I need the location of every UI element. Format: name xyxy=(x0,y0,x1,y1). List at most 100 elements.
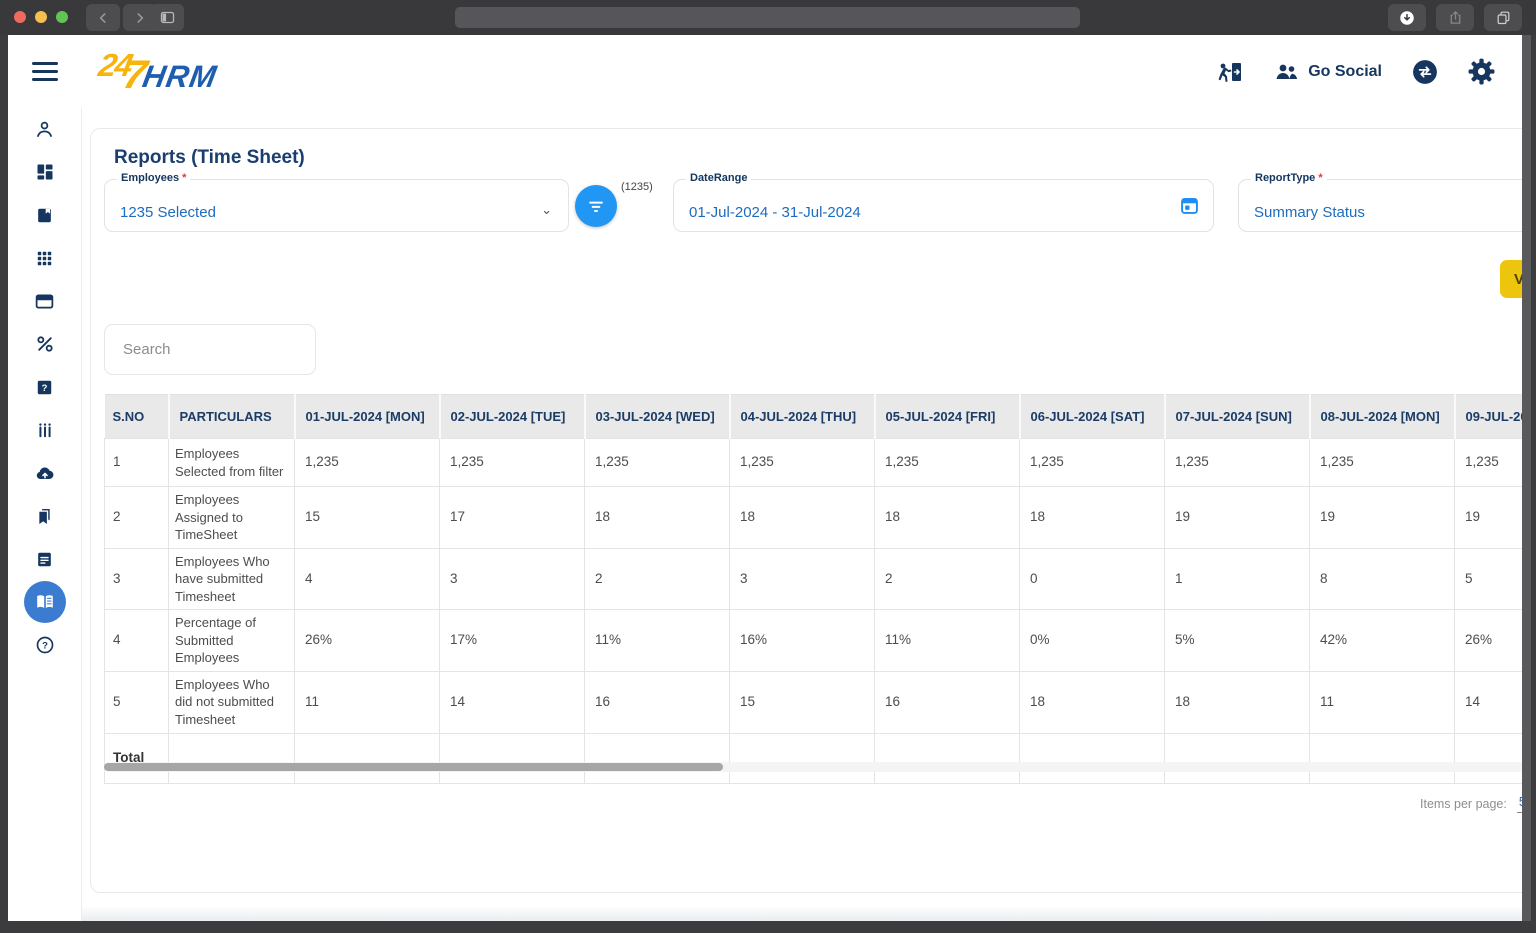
minimize-window-icon[interactable] xyxy=(35,11,47,23)
table-cell xyxy=(585,733,730,783)
column-header: 09-JUL-2024 xyxy=(1455,395,1525,439)
table-cell xyxy=(730,733,875,783)
required-marker: * xyxy=(182,172,186,184)
svg-text:?: ? xyxy=(42,641,48,652)
page-title: Reports (Time Sheet) xyxy=(114,147,305,169)
table-cell xyxy=(1310,733,1455,783)
table-cell: 17% xyxy=(440,610,585,672)
table-cell: 15 xyxy=(730,671,875,733)
employees-select[interactable]: Employees * 1235 Selected ⌄ xyxy=(104,179,569,232)
table-cell: 26% xyxy=(295,610,440,672)
table-row: 4Percentage of Submitted Employees26%17%… xyxy=(105,610,1525,672)
table-cell: 16 xyxy=(585,671,730,733)
table-cell: 14 xyxy=(1455,671,1525,733)
footer-strip xyxy=(82,907,1531,921)
people-icon xyxy=(1274,61,1300,83)
table-cell: 0% xyxy=(1020,610,1165,672)
logo-text: HRM xyxy=(140,61,219,92)
window-controls xyxy=(14,11,68,23)
column-header: 04-JUL-2024 [THU] xyxy=(730,395,875,439)
column-header: 02-JUL-2024 [TUE] xyxy=(440,395,585,439)
table-cell: 4 xyxy=(105,610,169,672)
sidebar-item-percent[interactable] xyxy=(24,323,66,365)
sidebar-item-bookmarks[interactable] xyxy=(24,495,66,537)
sidebar-item-bookmark[interactable] xyxy=(24,194,66,236)
scrollbar-thumb[interactable] xyxy=(104,763,723,771)
sidebar-item-help[interactable]: ? xyxy=(24,624,66,666)
table-cell: Percentage of Submitted Employees xyxy=(169,610,295,672)
sidebar-item-reports[interactable] xyxy=(24,581,66,623)
book-open-icon xyxy=(34,591,56,613)
table-cell: 8 xyxy=(1310,548,1455,610)
back-button[interactable] xyxy=(86,4,120,31)
table-cell: 1,235 xyxy=(440,439,585,487)
logout-icon[interactable] xyxy=(1216,59,1244,85)
percent-icon xyxy=(35,334,55,354)
reporttype-value: Summary Status xyxy=(1254,204,1365,221)
employees-value: 1235 Selected xyxy=(120,204,216,221)
table-cell: 18 xyxy=(1020,487,1165,549)
tune-icon xyxy=(35,420,55,440)
vertical-scrollbar[interactable] xyxy=(1522,35,1531,921)
report-table: S.NOPARTICULARS01-JUL-2024 [MON]02-JUL-2… xyxy=(104,394,1524,784)
table-cell: Employees Assigned to TimeSheet xyxy=(169,487,295,549)
settings-gear-icon[interactable] xyxy=(1468,58,1495,85)
tabs-overview-button[interactable] xyxy=(1484,4,1522,31)
table-cell: 19 xyxy=(1455,487,1525,549)
sidebar-item-dashboard[interactable] xyxy=(24,151,66,193)
sidebar-item-faq[interactable]: ? xyxy=(24,366,66,408)
table-cell: 17 xyxy=(440,487,585,549)
search-input[interactable] xyxy=(104,324,316,375)
table-cell xyxy=(169,733,295,783)
table-cell xyxy=(1455,733,1525,783)
table-cell: 1,235 xyxy=(875,439,1020,487)
go-social-label: Go Social xyxy=(1308,63,1382,81)
help-circle-icon: ? xyxy=(35,635,55,655)
calendar-icon[interactable] xyxy=(1179,195,1200,216)
browser-chrome xyxy=(0,0,1536,35)
sidebar-item-notes[interactable] xyxy=(24,538,66,580)
switch-icon[interactable] xyxy=(1412,59,1438,85)
table-cell: 11 xyxy=(295,671,440,733)
filter-icon xyxy=(586,196,606,216)
filter-count-badge: (1235) xyxy=(621,181,653,193)
sidebar-item-queue[interactable] xyxy=(24,409,66,451)
table-cell: 18 xyxy=(730,487,875,549)
menu-toggle-button[interactable] xyxy=(32,57,58,86)
bookmarks-icon xyxy=(35,507,54,526)
downloads-button[interactable] xyxy=(1388,4,1426,31)
table-cell: 42% xyxy=(1310,610,1455,672)
share-button[interactable] xyxy=(1436,4,1474,31)
app-header: 24 7 HRM xyxy=(8,35,1531,108)
table-cell: 16 xyxy=(875,671,1020,733)
sidebar: ?? xyxy=(8,108,82,921)
reporttype-select[interactable]: ReportType * Summary Status xyxy=(1238,179,1531,232)
column-header: 08-JUL-2024 [MON] xyxy=(1310,395,1455,439)
close-window-icon[interactable] xyxy=(14,11,26,23)
sidebar-item-profile[interactable] xyxy=(24,108,66,150)
svg-text:?: ? xyxy=(42,383,48,394)
sidebar-toggle-button[interactable] xyxy=(150,4,184,31)
table-row: 5Employees Who did not submitted Timeshe… xyxy=(105,671,1525,733)
sidebar-item-cloud-upload[interactable] xyxy=(24,452,66,494)
table-cell: Employees Selected from filter xyxy=(169,439,295,487)
employee-filter-button[interactable] xyxy=(575,185,617,227)
column-header: S.NO xyxy=(105,395,169,439)
column-header: 06-JUL-2024 [SAT] xyxy=(1020,395,1165,439)
table-cell: 1 xyxy=(105,439,169,487)
table-cell: 18 xyxy=(1020,671,1165,733)
table-cell: 15 xyxy=(295,487,440,549)
zoom-window-icon[interactable] xyxy=(56,11,68,23)
address-bar[interactable] xyxy=(455,7,1080,28)
table-cell: 18 xyxy=(1165,671,1310,733)
sidebar-item-payments[interactable] xyxy=(24,280,66,322)
grid-dots-icon xyxy=(35,249,54,268)
table-cell: 2 xyxy=(585,548,730,610)
sidebar-item-apps[interactable] xyxy=(24,237,66,279)
horizontal-scrollbar[interactable] xyxy=(104,762,1524,772)
go-social-button[interactable]: Go Social xyxy=(1274,61,1382,83)
reporttype-label: ReportType xyxy=(1255,172,1315,184)
table-cell: 19 xyxy=(1310,487,1455,549)
report-table-wrap: S.NOPARTICULARS01-JUL-2024 [MON]02-JUL-2… xyxy=(104,394,1524,784)
daterange-field[interactable]: DateRange 01-Jul-2024 - 31-Jul-2024 xyxy=(673,179,1214,232)
